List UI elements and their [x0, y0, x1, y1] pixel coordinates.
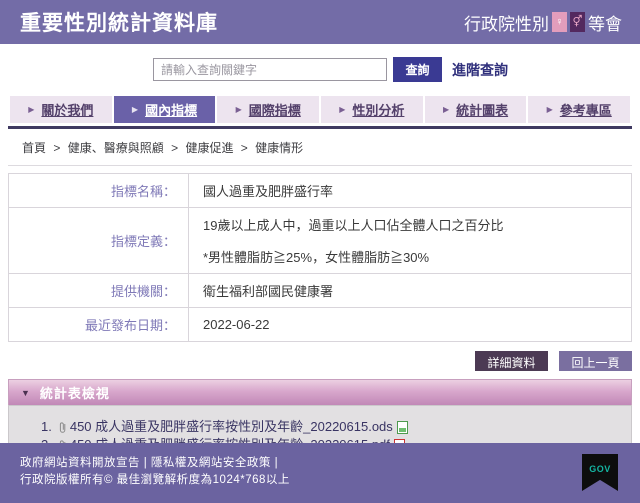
org-name-prefix: 行政院性別	[464, 10, 549, 35]
breadcrumb-separator: >	[171, 141, 178, 155]
org-name-suffix: 等會	[588, 10, 622, 35]
main-nav: ▶ 關於我們 ▶ 國內指標 ▶ 國際指標 ▶ 性別分析 ▶ 統計圖表 ▶ 參考專…	[10, 96, 630, 123]
definition-line-2: *男性體脂肪≧25%，女性體脂肪≧30%	[203, 247, 623, 266]
detail-data-button[interactable]: 詳細資料	[475, 351, 548, 371]
search-row: 查詢 進階查詢	[0, 57, 640, 82]
gender-mixed-icon: ⚥	[570, 12, 585, 32]
definition-line-1: 19歲以上成人中，過重以上人口佔全體人口之百分比	[203, 215, 623, 234]
file-index: 1.	[41, 418, 52, 436]
row-value: 2022-06-22	[189, 308, 632, 342]
row-label: 指標定義：	[9, 208, 189, 274]
advanced-search-link[interactable]: 進階查詢	[452, 60, 508, 80]
arrow-right-icon: ▶	[547, 105, 553, 114]
tab-gender-analysis[interactable]: ▶ 性別分析	[321, 96, 423, 123]
stat-section-title: 統計表檢視	[40, 383, 110, 402]
table-row: 指標定義： 19歲以上成人中，過重以上人口佔全體人口之百分比 *男性體脂肪≧25…	[9, 208, 632, 274]
arrow-right-icon: ▶	[132, 105, 138, 114]
arrow-right-icon: ▶	[339, 105, 345, 114]
footer-copyright: 行政院版權所有© 最佳瀏覽解析度為1024*768以上	[20, 472, 620, 489]
row-label: 指標名稱：	[9, 174, 189, 208]
table-row: 指標名稱： 國人過重及肥胖盛行率	[9, 174, 632, 208]
paperclip-icon	[57, 421, 68, 434]
footer-links-line[interactable]: 政府網站資料開放宣告 | 隱私權及網站安全政策 |	[20, 455, 620, 472]
tab-statistical-charts[interactable]: ▶ 統計圖表	[425, 96, 527, 123]
table-row: 提供機關： 衛生福利部國民健康署	[9, 274, 632, 308]
gender-female-icon: ♀	[552, 12, 567, 32]
tab-reference-area[interactable]: ▶ 參考專區	[528, 96, 630, 123]
breadcrumb-separator: >	[241, 141, 248, 155]
row-label: 最近發布日期：	[9, 308, 189, 342]
ods-file-icon	[397, 421, 408, 434]
tab-about-us[interactable]: ▶ 關於我們	[10, 96, 112, 123]
back-button[interactable]: 回上一頁	[559, 351, 632, 371]
site-title: 重要性別統計資料庫	[20, 7, 218, 37]
site-footer: 政府網站資料開放宣告 | 隱私權及網站安全政策 | 行政院版權所有© 最佳瀏覽解…	[0, 443, 640, 503]
row-value: 19歲以上成人中，過重以上人口佔全體人口之百分比 *男性體脂肪≧25%，女性體脂…	[189, 208, 632, 274]
arrow-right-icon: ▶	[236, 105, 242, 114]
tab-international-indicators[interactable]: ▶ 國際指標	[217, 96, 319, 123]
breadcrumb-health-care[interactable]: 健康、醫療與照顧	[68, 141, 164, 155]
org-brand[interactable]: 行政院性別 ♀ ⚥ 等會	[464, 10, 622, 35]
row-label: 提供機關：	[9, 274, 189, 308]
stat-table-section-header[interactable]: ▼ 統計表檢視	[8, 379, 632, 405]
arrow-right-icon: ▶	[443, 105, 449, 114]
row-value: 衛生福利部國民健康署	[189, 274, 632, 308]
table-row: 最近發布日期： 2022-06-22	[9, 308, 632, 342]
breadcrumb-health-promotion[interactable]: 健康促進	[185, 141, 233, 155]
breadcrumb-separator: >	[53, 141, 60, 155]
site-header: 重要性別統計資料庫 行政院性別 ♀ ⚥ 等會	[0, 0, 640, 44]
breadcrumb-divider	[8, 165, 632, 166]
search-button[interactable]: 查詢	[393, 57, 442, 82]
list-item: 1. 450 成人過重及肥胖盛行率按性別及年齡_20220615.ods	[41, 418, 621, 436]
indicator-detail-table: 指標名稱： 國人過重及肥胖盛行率 指標定義： 19歲以上成人中，過重以上人口佔全…	[8, 173, 632, 342]
breadcrumb-health-status[interactable]: 健康情形	[255, 141, 303, 155]
arrow-right-icon: ▶	[28, 105, 34, 114]
ods-file-link[interactable]: 450 成人過重及肥胖盛行率按性別及年齡_20220615.ods	[70, 418, 393, 436]
breadcrumb-home[interactable]: 首頁	[22, 141, 46, 155]
nav-divider	[8, 126, 632, 129]
action-buttons: 詳細資料 回上一頁	[8, 351, 632, 371]
collapse-triangle-icon: ▼	[21, 388, 30, 398]
breadcrumb: 首頁 > 健康、醫療與照顧 > 健康促進 > 健康情形	[22, 139, 640, 156]
tab-domestic-indicators[interactable]: ▶ 國內指標	[114, 96, 216, 123]
row-value: 國人過重及肥胖盛行率	[189, 174, 632, 208]
search-input[interactable]	[153, 58, 387, 81]
